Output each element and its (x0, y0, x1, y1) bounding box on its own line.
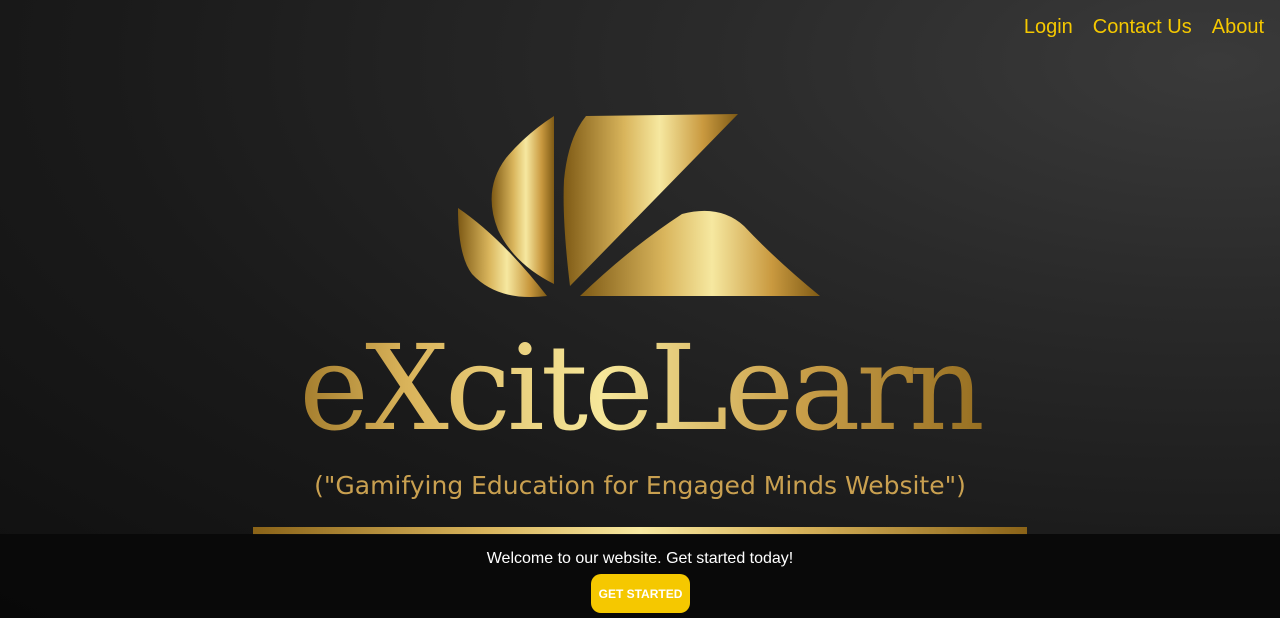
nav-contact-us-link[interactable]: Contact Us (1093, 15, 1192, 39)
top-nav: Login Contact Us About (1024, 15, 1264, 39)
get-started-button[interactable]: GET STARTED (591, 574, 690, 613)
cta-message: Welcome to our website. Get started toda… (486, 550, 794, 567)
nav-login-link[interactable]: Login (1024, 15, 1073, 39)
nav-about-link[interactable]: About (1212, 15, 1264, 39)
gold-leaf-k-icon (458, 114, 820, 298)
brand-tagline: ("Gamifying Education for Engaged Minds … (314, 471, 966, 500)
brand-wordmark: eXciteLearn (250, 318, 1030, 458)
